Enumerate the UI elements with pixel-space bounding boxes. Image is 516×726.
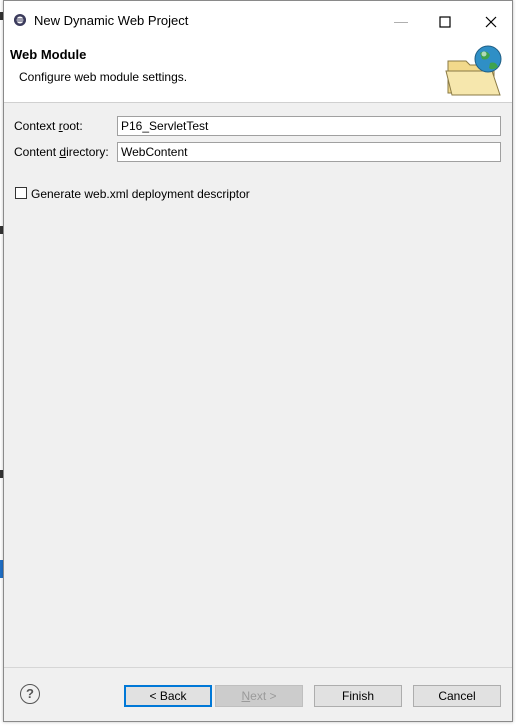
wizard-page-description: Configure web module settings. bbox=[19, 70, 188, 84]
close-button[interactable] bbox=[468, 7, 514, 35]
eclipse-app-icon bbox=[14, 14, 26, 26]
finish-button[interactable]: Finish bbox=[314, 685, 402, 707]
next-label-rest: ext > bbox=[250, 689, 277, 703]
context-root-label-pre: Context bbox=[14, 119, 59, 133]
title-bar[interactable]: New Dynamic Web Project — bbox=[4, 1, 512, 39]
content-directory-input[interactable] bbox=[117, 142, 501, 162]
content-directory-label-pre: Content bbox=[14, 145, 60, 159]
wizard-page-title: Web Module bbox=[10, 47, 87, 62]
help-button[interactable]: ? bbox=[20, 684, 40, 704]
window-title: New Dynamic Web Project bbox=[34, 13, 189, 28]
maximize-button[interactable] bbox=[422, 7, 468, 35]
content-directory-label: Content directory: bbox=[14, 145, 109, 159]
context-root-label: Context root: bbox=[14, 119, 83, 133]
footer-divider bbox=[4, 667, 512, 668]
new-dynamic-web-project-dialog: New Dynamic Web Project — Web Module Con… bbox=[3, 0, 513, 722]
content-directory-label-post: irectory: bbox=[66, 145, 109, 159]
generate-descriptor-checkbox[interactable] bbox=[15, 187, 27, 199]
maximize-icon bbox=[439, 16, 451, 28]
close-icon bbox=[485, 16, 497, 28]
minimize-button[interactable]: — bbox=[378, 7, 424, 35]
context-root-label-post: oot: bbox=[62, 119, 83, 133]
back-button[interactable]: < Back bbox=[124, 685, 212, 707]
folder-globe-icon bbox=[445, 45, 502, 96]
wizard-header: Web Module Configure web module settings… bbox=[4, 39, 512, 103]
context-root-input[interactable] bbox=[117, 116, 501, 136]
next-button[interactable]: Next > bbox=[215, 685, 303, 707]
cancel-button[interactable]: Cancel bbox=[413, 685, 501, 707]
generate-descriptor-label[interactable]: Generate web.xml deployment descriptor bbox=[31, 187, 250, 201]
next-label-mnemonic: N bbox=[241, 689, 251, 703]
